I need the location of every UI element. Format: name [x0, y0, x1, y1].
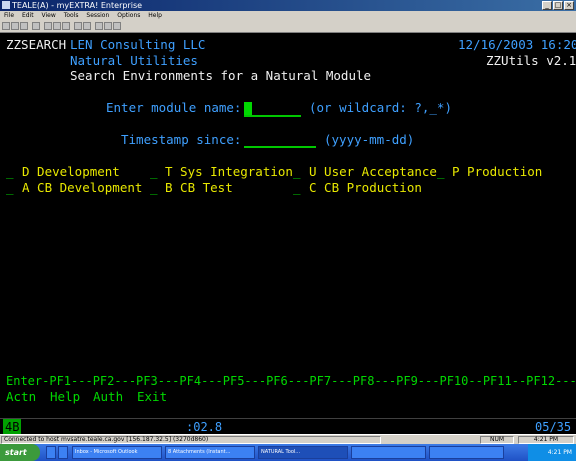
toolbar [0, 20, 576, 33]
task-4[interactable] [351, 446, 426, 459]
keyboard-map-icon[interactable] [104, 22, 112, 30]
env-label-u: U User Acceptance [309, 164, 437, 179]
copy-icon[interactable] [53, 22, 61, 30]
env-label-d: D Development [22, 164, 120, 179]
timestamp-hint: (yyyy-mm-dd) [324, 132, 415, 147]
new-session-icon[interactable] [2, 22, 10, 30]
date-time: 12/16/2003 16:20 [458, 37, 576, 52]
window-title: TEALE(A) - myEXTRA! Enterprise [12, 1, 143, 10]
connection-status: Connected to host mvsatre.teale.ca.gov [… [1, 436, 381, 444]
terminal-screen[interactable]: ZZSEARCH LEN Consulting LLC 12/16/2003 1… [0, 33, 576, 418]
timestamp-input[interactable] [244, 146, 316, 148]
help-icon[interactable] [113, 22, 121, 30]
system-tray: 4:21 PM [528, 444, 576, 461]
env-select-u[interactable]: _ [293, 164, 301, 180]
text-cursor [244, 102, 252, 115]
env-label-a: A CB Development [22, 180, 143, 195]
menu-tools[interactable]: Tools [64, 12, 79, 19]
menu-view[interactable]: View [42, 12, 56, 19]
menu-help[interactable]: Help [148, 12, 162, 19]
timestamp-label: Timestamp since: [121, 132, 242, 147]
env-select-p[interactable]: _ [437, 164, 445, 180]
menu-edit[interactable]: Edit [22, 12, 34, 19]
window-title-bar[interactable]: TEALE(A) - myEXTRA! Enterprise _ □ × [0, 0, 576, 11]
menu-options[interactable]: Options [117, 12, 140, 19]
taskbar: start Inbox - Microsoft Outlook 8 Attach… [0, 444, 576, 461]
connect-icon[interactable] [74, 22, 82, 30]
env-select-b[interactable]: _ [150, 180, 158, 196]
subtitle: Natural Utilities [70, 53, 198, 68]
app-icon [2, 1, 10, 9]
page-title: Search Environments for a Natural Module [70, 68, 372, 83]
quick-launch-desktop-icon[interactable] [58, 446, 68, 459]
company-name: LEN Consulting LLC [70, 37, 206, 52]
module-name-label: Enter module name: [106, 100, 242, 115]
module-hint: (or wildcard: ?,_*) [309, 100, 452, 115]
paste-icon[interactable] [62, 22, 70, 30]
task-5[interactable] [429, 446, 504, 459]
maximize-button[interactable]: □ [553, 1, 563, 10]
macro-icon[interactable] [95, 22, 103, 30]
minimize-button[interactable]: _ [542, 1, 552, 10]
env-select-t[interactable]: _ [150, 164, 158, 180]
session-indicator: 4B [3, 419, 22, 435]
task-natural-tool[interactable]: NATURAL Tool... [258, 446, 348, 459]
save-icon[interactable] [20, 22, 28, 30]
menu-file[interactable]: File [4, 12, 14, 19]
env-select-c[interactable]: _ [293, 180, 301, 196]
program-name: ZZSEARCH [6, 37, 67, 52]
num-lock-indicator: NUM [480, 436, 514, 444]
product-version: ZZUtils v2.1 [486, 53, 576, 68]
open-session-icon[interactable] [11, 22, 19, 30]
pf1-help[interactable]: Help [50, 389, 80, 405]
tray-clock[interactable]: 4:21 PM [548, 449, 572, 456]
status-clock: 4:21 PM [518, 436, 574, 444]
pf3-exit[interactable]: Exit [137, 389, 167, 405]
menu-bar: File Edit View Tools Session Options Hel… [0, 11, 576, 20]
disconnect-icon[interactable] [83, 22, 91, 30]
pf2-auth[interactable]: Auth [93, 389, 123, 405]
operator-info-area: 4B :02.8 05/35 [0, 418, 576, 435]
cut-icon[interactable] [44, 22, 52, 30]
env-select-d[interactable]: _ [6, 164, 14, 180]
task-attachments[interactable]: 8 Attachments (Instant... [165, 446, 255, 459]
menu-session[interactable]: Session [86, 12, 109, 19]
env-label-b: B CB Test [165, 180, 233, 195]
module-name-input[interactable] [244, 115, 301, 117]
env-label-c: C CB Production [309, 180, 422, 195]
pf-enter-action[interactable]: Actn [6, 389, 36, 405]
pf-key-line: Enter-PF1---PF2---PF3---PF4---PF5---PF6-… [6, 374, 576, 388]
elapsed-time: :02.8 [186, 420, 223, 434]
quick-launch-ie-icon[interactable] [46, 446, 56, 459]
close-button[interactable]: × [564, 1, 574, 10]
start-button[interactable]: start [0, 444, 40, 461]
cursor-position: 05/35 [535, 420, 572, 434]
env-label-p: P Production [452, 164, 543, 179]
env-select-a[interactable]: _ [6, 180, 14, 196]
task-outlook[interactable]: Inbox - Microsoft Outlook [72, 446, 162, 459]
print-icon[interactable] [32, 22, 40, 30]
env-label-t: T Sys Integration [165, 164, 293, 179]
